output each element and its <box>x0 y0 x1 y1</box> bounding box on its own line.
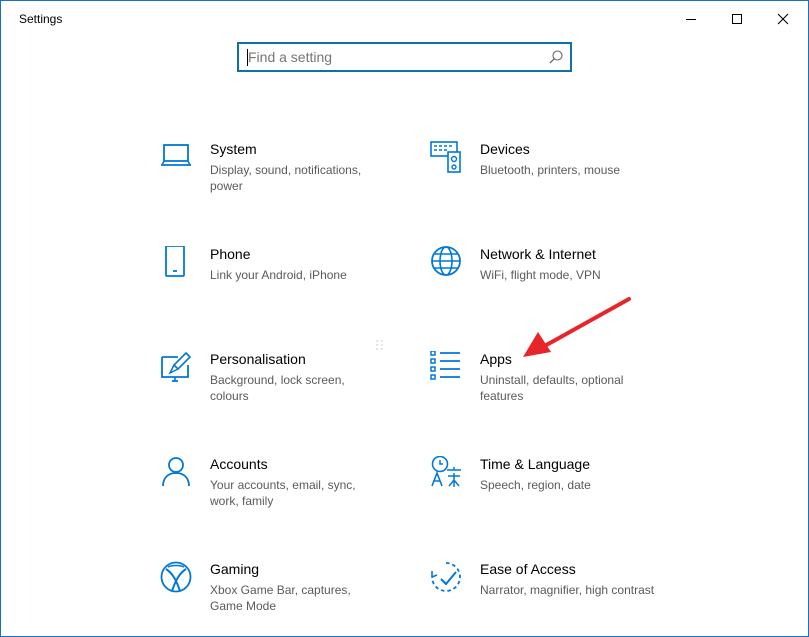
tile-devices[interactable]: Devices Bluetooth, printers, mouse <box>430 141 680 231</box>
annotation-arrow-icon <box>523 297 631 357</box>
tile-gaming[interactable]: Gaming Xbox Game Bar, captures, Game Mod… <box>160 561 410 636</box>
tile-description: Your accounts, email, sync, work, family <box>210 478 356 508</box>
tile-name: Devices <box>480 141 530 157</box>
settings-window: Settings System Display, sound, notifica… <box>0 0 809 637</box>
tile-description: Link your Android, iPhone <box>210 268 347 282</box>
tile-accounts[interactable]: Accounts Your accounts, email, sync, wor… <box>160 456 410 546</box>
tile-name: System <box>210 141 257 157</box>
time-language-icon <box>431 456 461 487</box>
tile-name: Network & Internet <box>480 246 596 262</box>
tile-personalisation[interactable]: Personalisation Background, lock screen,… <box>160 351 410 441</box>
minimize-button[interactable] <box>668 1 714 37</box>
tile-description: WiFi, flight mode, VPN <box>480 268 601 282</box>
tile-name: Phone <box>210 246 251 262</box>
xbox-icon <box>160 561 192 593</box>
phone-icon <box>165 246 185 277</box>
tile-name: Personalisation <box>210 351 306 367</box>
tile-description: Speech, region, date <box>480 478 591 492</box>
tile-ease-of-access[interactable]: Ease of Access Narrator, magnifier, high… <box>430 561 680 636</box>
tile-apps[interactable]: Apps Uninstall, defaults, optional featu… <box>430 351 680 441</box>
minimize-icon <box>686 19 696 20</box>
person-icon <box>162 457 190 487</box>
globe-icon <box>431 246 461 276</box>
tile-description: Bluetooth, printers, mouse <box>480 163 621 177</box>
maximize-button[interactable] <box>714 1 760 37</box>
title-bar[interactable]: Settings <box>1 1 808 37</box>
window-title: Settings <box>19 12 63 26</box>
search-box[interactable] <box>237 42 572 72</box>
tile-name: Apps <box>480 351 512 367</box>
apps-list-icon <box>430 351 460 380</box>
search-icon[interactable] <box>548 49 564 65</box>
devices-icon <box>430 141 461 173</box>
tile-phone[interactable]: Phone Link your Android, iPhone <box>160 246 410 336</box>
laptop-icon <box>161 144 191 166</box>
tile-description: Uninstall, defaults, optional features <box>480 373 624 403</box>
tile-name: Time & Language <box>480 456 590 472</box>
tile-name: Ease of Access <box>480 561 576 577</box>
ease-of-access-icon <box>431 562 461 592</box>
paint-icon <box>161 351 192 382</box>
tile-description: Xbox Game Bar, captures, Game Mode <box>210 583 351 613</box>
maximize-icon <box>732 14 742 24</box>
drag-dots-icon <box>376 340 383 350</box>
search-input[interactable] <box>248 48 538 66</box>
tile-system[interactable]: System Display, sound, notifications, po… <box>160 141 410 231</box>
tile-description: Display, sound, notifications, power <box>210 163 362 193</box>
tile-time-language[interactable]: Time & Language Speech, region, date <box>430 456 680 546</box>
tile-name: Gaming <box>210 561 260 577</box>
tile-description: Narrator, magnifier, high contrast <box>480 583 655 597</box>
tile-description: Background, lock screen, colours <box>210 373 345 403</box>
close-icon <box>777 13 789 25</box>
tile-name: Accounts <box>210 456 268 472</box>
close-button[interactable] <box>760 1 806 37</box>
